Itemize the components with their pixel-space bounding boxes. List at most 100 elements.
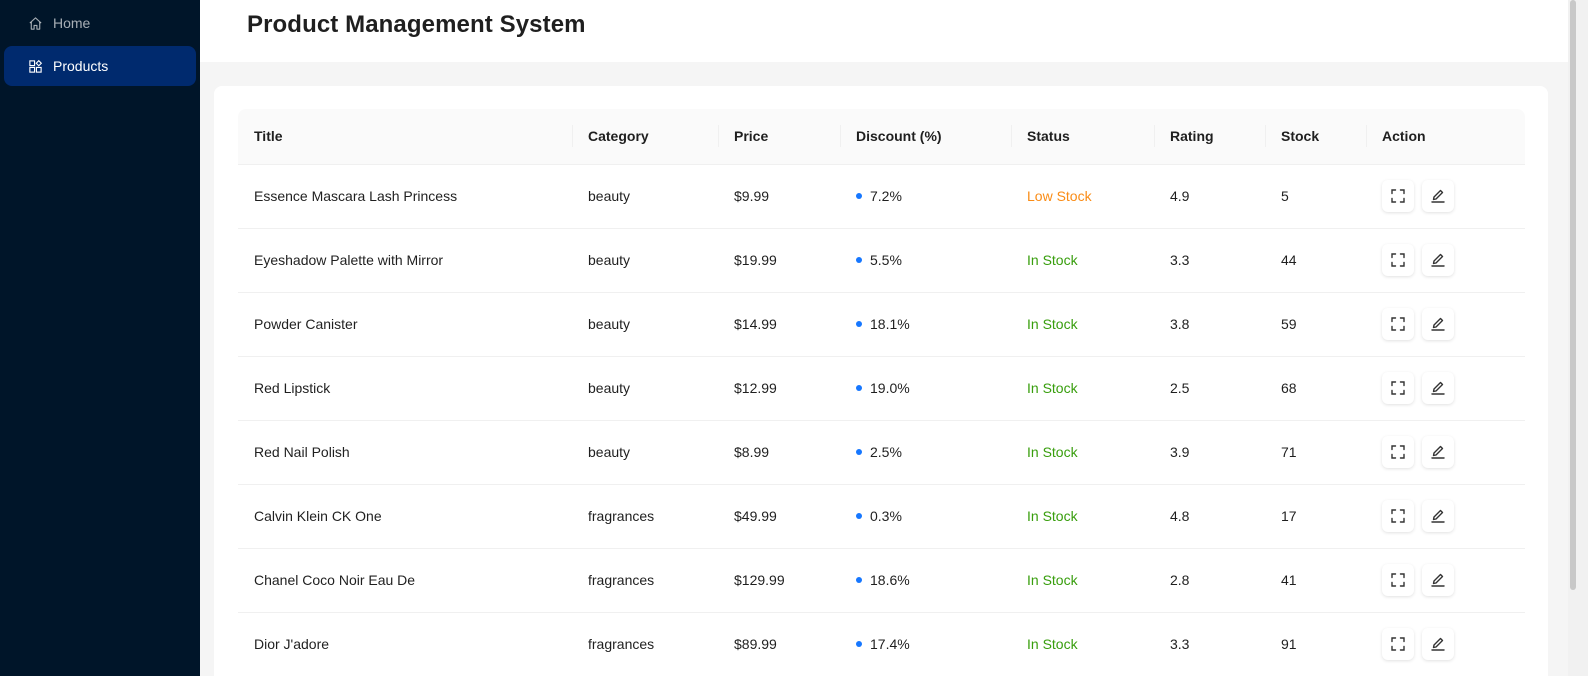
cell-stock: 17 — [1265, 484, 1366, 549]
view-button[interactable] — [1382, 628, 1414, 660]
discount-value: 19.0% — [870, 380, 910, 396]
sidebar-item-home[interactable]: Home — [4, 3, 196, 43]
cell-action — [1366, 612, 1525, 676]
edit-button[interactable] — [1422, 244, 1454, 276]
discount-dot-icon — [856, 577, 862, 584]
edit-button[interactable] — [1422, 628, 1454, 660]
view-button[interactable] — [1382, 500, 1414, 532]
discount-value: 2.5% — [870, 444, 902, 460]
discount-value: 0.3% — [870, 508, 902, 524]
sidebar-item-products[interactable]: Products — [4, 46, 196, 86]
cell-stock: 68 — [1265, 356, 1366, 421]
cell-category: beauty — [572, 228, 718, 293]
cell-category: beauty — [572, 164, 718, 229]
cell-rating: 3.3 — [1154, 612, 1265, 676]
discount-value: 7.2% — [870, 188, 902, 204]
edit-icon — [1431, 381, 1445, 395]
column-header-action: Action — [1366, 109, 1525, 165]
view-button[interactable] — [1382, 564, 1414, 596]
table-row: Calvin Klein CK One fragrances $49.99 0.3% I… — [238, 484, 1525, 549]
status-text: In Stock — [1027, 252, 1078, 268]
view-button[interactable] — [1382, 372, 1414, 404]
page-title: Product Management System — [247, 11, 586, 38]
edit-button[interactable] — [1422, 564, 1454, 596]
column-header-title[interactable]: Title — [238, 109, 572, 165]
table-row: Eyeshadow Palette with Mirror beauty $19.9… — [238, 228, 1525, 293]
cell-status: Low Stock — [1011, 164, 1154, 229]
cell-action — [1366, 548, 1525, 613]
cell-rating: 3.9 — [1154, 420, 1265, 485]
discount-dot-icon — [856, 641, 862, 648]
edit-icon — [1431, 253, 1445, 267]
cell-rating: 2.8 — [1154, 548, 1265, 613]
cell-status: In Stock — [1011, 420, 1154, 485]
cell-title: Red Nail Polish — [238, 420, 572, 485]
table-row: Red Lipstick beauty $12.99 19.0% In Stock 2.5… — [238, 356, 1525, 421]
cell-action — [1366, 356, 1525, 421]
scrollbar-thumb[interactable] — [1570, 0, 1576, 590]
view-button[interactable] — [1382, 244, 1414, 276]
discount-dot-icon — [856, 449, 862, 456]
cell-discount: 19.0% — [840, 356, 1011, 421]
sidebar-item-label: Products — [53, 58, 109, 74]
column-header-rating[interactable]: Rating — [1154, 109, 1265, 165]
expand-icon — [1391, 509, 1405, 523]
cell-price: $129.99 — [718, 548, 840, 613]
status-text: In Stock — [1027, 572, 1078, 588]
edit-icon — [1431, 637, 1445, 651]
cell-title: Essence Mascara Lash Princess — [238, 164, 572, 229]
table-header-row: Title Category Price Discount (%) Status… — [238, 109, 1525, 165]
status-text: In Stock — [1027, 380, 1078, 396]
cell-rating: 2.5 — [1154, 356, 1265, 421]
cell-price: $19.99 — [718, 228, 840, 293]
edit-button[interactable] — [1422, 372, 1454, 404]
cell-price: $9.99 — [718, 164, 840, 229]
cell-price: $12.99 — [718, 356, 840, 421]
edit-button[interactable] — [1422, 500, 1454, 532]
home-icon — [29, 16, 42, 30]
cell-discount: 17.4% — [840, 612, 1011, 676]
scrollbar[interactable] — [1568, 0, 1588, 676]
expand-icon — [1391, 189, 1405, 203]
cell-discount: 18.1% — [840, 292, 1011, 357]
discount-dot-icon — [856, 513, 862, 520]
edit-button[interactable] — [1422, 436, 1454, 468]
header: Product Management System — [200, 0, 1568, 62]
cell-status: In Stock — [1011, 484, 1154, 549]
cell-category: beauty — [572, 420, 718, 485]
view-button[interactable] — [1382, 180, 1414, 212]
cell-stock: 59 — [1265, 292, 1366, 357]
cell-status: In Stock — [1011, 612, 1154, 676]
cell-rating: 4.8 — [1154, 484, 1265, 549]
cell-stock: 44 — [1265, 228, 1366, 293]
expand-icon — [1391, 253, 1405, 267]
cell-status: In Stock — [1011, 292, 1154, 357]
edit-icon — [1431, 445, 1445, 459]
cell-discount: 2.5% — [840, 420, 1011, 485]
column-header-category[interactable]: Category — [572, 109, 718, 165]
edit-button[interactable] — [1422, 180, 1454, 212]
edit-button[interactable] — [1422, 308, 1454, 340]
cell-action — [1366, 164, 1525, 229]
discount-dot-icon — [856, 385, 862, 392]
discount-dot-icon — [856, 193, 862, 200]
column-header-price[interactable]: Price — [718, 109, 840, 165]
cell-stock: 91 — [1265, 612, 1366, 676]
cell-price: $8.99 — [718, 420, 840, 485]
column-header-status[interactable]: Status — [1011, 109, 1154, 165]
discount-dot-icon — [856, 257, 862, 264]
cell-stock: 5 — [1265, 164, 1366, 229]
cell-status: In Stock — [1011, 548, 1154, 613]
cell-rating: 4.9 — [1154, 164, 1265, 229]
cell-category: fragrances — [572, 548, 718, 613]
view-button[interactable] — [1382, 308, 1414, 340]
column-header-stock[interactable]: Stock — [1265, 109, 1366, 165]
edit-icon — [1431, 573, 1445, 587]
discount-value: 18.1% — [870, 316, 910, 332]
cell-title: Powder Canister — [238, 292, 572, 357]
cell-stock: 71 — [1265, 420, 1366, 485]
cell-price: $89.99 — [718, 612, 840, 676]
column-header-discount[interactable]: Discount (%) — [840, 109, 1011, 165]
cell-title: Eyeshadow Palette with Mirror — [238, 228, 572, 293]
view-button[interactable] — [1382, 436, 1414, 468]
